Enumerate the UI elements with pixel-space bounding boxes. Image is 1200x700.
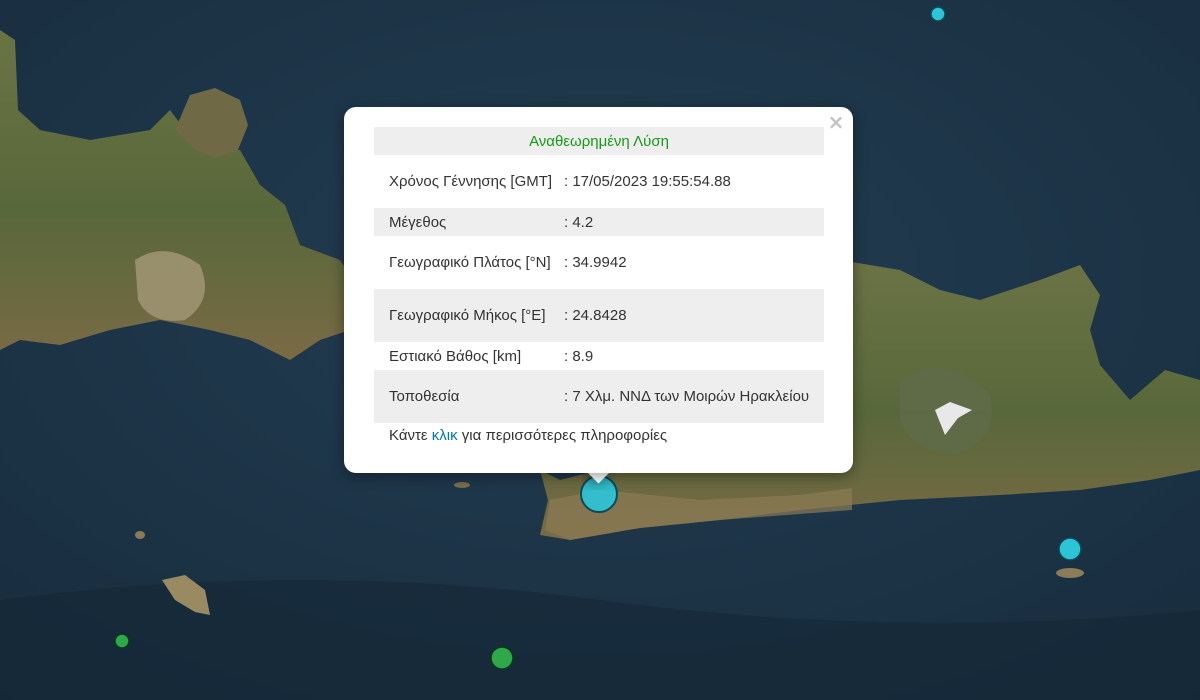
depth-label: Εστιακό Βάθος [km] (389, 347, 522, 365)
popup-tip (582, 472, 616, 490)
island-small-central (454, 482, 470, 488)
footer-text-before: Κάντε (389, 427, 432, 444)
island-small-west (135, 531, 145, 539)
earthquake-marker[interactable] (930, 6, 946, 22)
location-value: : 7 Χλμ. ΝΝΔ των Μοιρών Ηρακλείου (561, 370, 824, 423)
earthquake-info-popup: × Αναθεωρημένη Λύση Χρόνος Γέννησης [GMT… (344, 107, 853, 473)
popup-title: Αναθεωρημένη Λύση (374, 127, 824, 155)
more-info-text: Κάντε κλικ για περισσότερες πληροφορίες (389, 425, 667, 446)
earthquake-marker[interactable] (490, 646, 514, 670)
earthquake-marker[interactable] (114, 633, 130, 649)
island-small-east (1056, 568, 1084, 578)
earthquake-details-table: Αναθεωρημένη Λύση Χρόνος Γέννησης [GMT] … (374, 127, 824, 423)
mountain-area-west (135, 251, 205, 321)
more-info-link[interactable]: κλικ (432, 427, 458, 444)
latitude-label: Γεωγραφικό Πλάτος [°N] (389, 254, 551, 271)
close-popup-button[interactable]: × (827, 112, 845, 132)
magnitude-label: Μέγεθος (374, 208, 561, 236)
origin-time-label: Χρόνος Γέννησης [GMT] (389, 173, 553, 190)
earthquake-marker[interactable] (1058, 537, 1082, 561)
location-label: Τοποθεσία (374, 370, 561, 423)
footer-text-after: για περισσότερες πληροφορίες (457, 427, 668, 444)
latitude-value: : 34.9942 (564, 254, 627, 271)
longitude-value: : 24.8428 (561, 289, 824, 342)
depth-value: : 8.9 (564, 347, 594, 365)
origin-time-value: : 17/05/2023 19:55:54.88 (564, 173, 731, 190)
magnitude-value: : 4.2 (561, 208, 824, 236)
longitude-label: Γεωγραφικό Μήκος [°E] (374, 289, 561, 342)
